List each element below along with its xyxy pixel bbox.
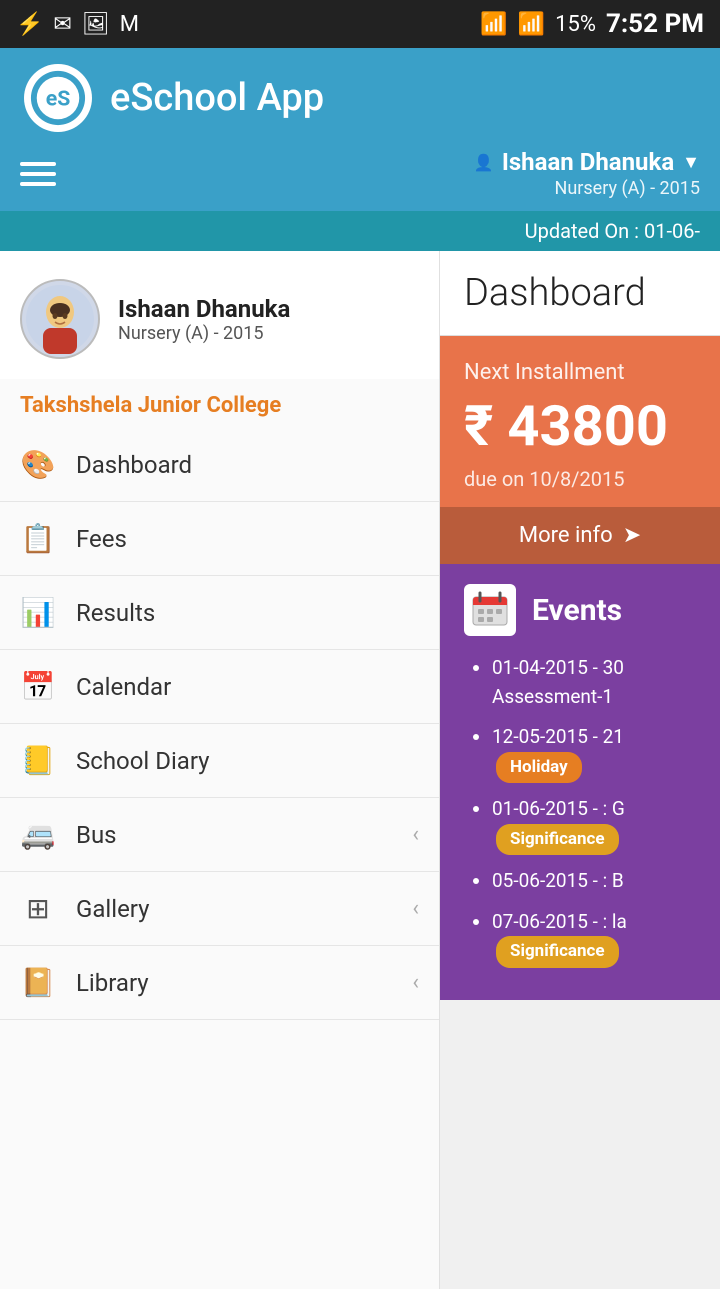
more-info-label: More info xyxy=(519,523,613,548)
updated-banner: Updated On : 01-06- xyxy=(0,211,720,251)
next-installment-label: Next Installment xyxy=(464,360,696,385)
battery-label: 15% xyxy=(555,12,596,37)
chevron-icon: ‹ xyxy=(412,896,419,921)
fee-card: Next Installment ₹ 43800 due on 10/8/201… xyxy=(440,336,720,564)
list-item: 01-06-2015 - : G Significance xyxy=(492,795,696,855)
sidebar-item-results[interactable]: 📊 Results xyxy=(0,576,439,650)
updated-text: Updated On : 01-06- xyxy=(525,219,700,243)
gallery-icon: ⊞ xyxy=(20,892,56,925)
dashboard-icon: 🎨 xyxy=(20,448,56,481)
sidebar-item-label: Dashboard xyxy=(76,451,419,479)
dashboard-title: Dashboard xyxy=(440,251,720,336)
events-title: Events xyxy=(532,593,622,628)
event-date: 01-04-2015 - 30 xyxy=(492,656,624,679)
signal-icon: 📶 xyxy=(518,12,545,37)
sidebar-item-label: Library xyxy=(76,969,392,997)
results-icon: 📊 xyxy=(20,596,56,629)
due-date: due on 10/8/2015 xyxy=(464,467,696,491)
list-item: 05-06-2015 - : B xyxy=(492,867,696,896)
library-icon: 📔 xyxy=(20,966,56,999)
events-header: Events xyxy=(464,584,696,636)
sidebar-item-school-diary[interactable]: 📒 School Diary xyxy=(0,724,439,798)
profile-name: Ishaan Dhanuka xyxy=(118,295,290,323)
status-icons: ⚡ ✉ 🖼 M xyxy=(16,12,139,37)
event-text: Assessment-1 xyxy=(492,685,613,708)
profile-class: Nursery (A) - 2015 xyxy=(118,323,290,344)
school-diary-icon: 📒 xyxy=(20,744,56,777)
fees-icon: 📋 xyxy=(20,522,56,555)
sidebar-item-label: Gallery xyxy=(76,895,392,923)
sidebar-item-gallery[interactable]: ⊞ Gallery ‹ xyxy=(0,872,439,946)
events-card: Events 01-04-2015 - 30 Assessment-1 12-0… xyxy=(440,564,720,1000)
arrow-right-icon: ➤ xyxy=(623,523,641,548)
gmail-icon: M xyxy=(120,12,139,37)
list-item: 12-05-2015 - 21 Holiday xyxy=(492,723,696,783)
event-date: 07-06-2015 - : la xyxy=(492,910,627,933)
more-info-button[interactable]: More info ➤ xyxy=(440,507,720,564)
user-class: Nursery (A) - 2015 xyxy=(555,178,700,199)
sidebar-item-label: Results xyxy=(76,599,419,627)
sidebar-item-dashboard[interactable]: 🎨 Dashboard xyxy=(0,428,439,502)
main-area: Ishaan Dhanuka Nursery (A) - 2015 Takshs… xyxy=(0,251,720,1289)
sidebar: Ishaan Dhanuka Nursery (A) - 2015 Takshs… xyxy=(0,251,440,1289)
sidebar-item-label: Fees xyxy=(76,525,419,553)
wifi-icon: 📶 xyxy=(480,12,507,37)
event-date: 01-06-2015 - : G xyxy=(492,797,625,820)
list-item: 01-04-2015 - 30 Assessment-1 xyxy=(492,654,696,711)
app-title: eSchool App xyxy=(110,76,324,120)
right-status-icons: 📶 📶 15% 7:52 PM xyxy=(480,9,704,39)
app-header: eS eSchool App xyxy=(0,48,720,148)
nav-list: 🎨 Dashboard 📋 Fees 📊 Results 📅 Calendar … xyxy=(0,428,439,1020)
user-info: 👤 Ishaan Dhanuka ▼ Nursery (A) - 2015 xyxy=(474,148,700,199)
profile-text: Ishaan Dhanuka Nursery (A) - 2015 xyxy=(118,295,290,344)
avatar xyxy=(20,279,100,359)
holiday-tag: Holiday xyxy=(496,752,582,784)
event-date: 12-05-2015 - 21 xyxy=(492,725,624,748)
sidebar-item-bus[interactable]: 🚐 Bus ‹ xyxy=(0,798,439,872)
usb-icon: ⚡ xyxy=(16,12,43,37)
sidebar-item-label: Bus xyxy=(76,821,392,849)
sidebar-item-calendar[interactable]: 📅 Calendar xyxy=(0,650,439,724)
dropdown-arrow-icon[interactable]: ▼ xyxy=(682,152,700,173)
calendar-icon: 📅 xyxy=(20,670,56,703)
sidebar-item-fees[interactable]: 📋 Fees xyxy=(0,502,439,576)
image-icon: 🖼 xyxy=(82,12,110,37)
fee-amount: ₹ 43800 xyxy=(464,393,696,459)
chevron-icon: ‹ xyxy=(412,970,419,995)
time-label: 7:52 PM xyxy=(606,9,704,39)
significance-tag: Significance xyxy=(496,824,619,856)
right-panel: Dashboard Next Installment ₹ 43800 due o… xyxy=(440,251,720,1289)
event-date: 05-06-2015 - : B xyxy=(492,869,624,892)
bus-icon: 🚐 xyxy=(20,818,56,851)
sidebar-item-label: Calendar xyxy=(76,673,419,701)
sub-header: 👤 Ishaan Dhanuka ▼ Nursery (A) - 2015 xyxy=(0,148,720,211)
user-avatar-icon: 👤 xyxy=(474,153,494,172)
svg-text:eS: eS xyxy=(46,87,71,112)
sidebar-item-library[interactable]: 📔 Library ‹ xyxy=(0,946,439,1020)
email-icon: ✉ xyxy=(53,12,71,37)
status-bar: ⚡ ✉ 🖼 M 📶 📶 15% 7:52 PM xyxy=(0,0,720,48)
significance-tag: Significance xyxy=(496,936,619,968)
user-name-row[interactable]: 👤 Ishaan Dhanuka ▼ xyxy=(474,148,700,176)
event-list: 01-04-2015 - 30 Assessment-1 12-05-2015 … xyxy=(464,654,696,968)
user-name: Ishaan Dhanuka xyxy=(502,148,674,176)
list-item: 07-06-2015 - : la Significance xyxy=(492,908,696,968)
school-name: Takshshela Junior College xyxy=(0,379,439,428)
chevron-icon: ‹ xyxy=(412,822,419,847)
sidebar-item-label: School Diary xyxy=(76,747,419,775)
sidebar-profile: Ishaan Dhanuka Nursery (A) - 2015 xyxy=(0,251,439,379)
app-logo: eS xyxy=(24,64,92,132)
events-calendar-icon xyxy=(464,584,516,636)
hamburger-menu[interactable] xyxy=(20,162,56,186)
